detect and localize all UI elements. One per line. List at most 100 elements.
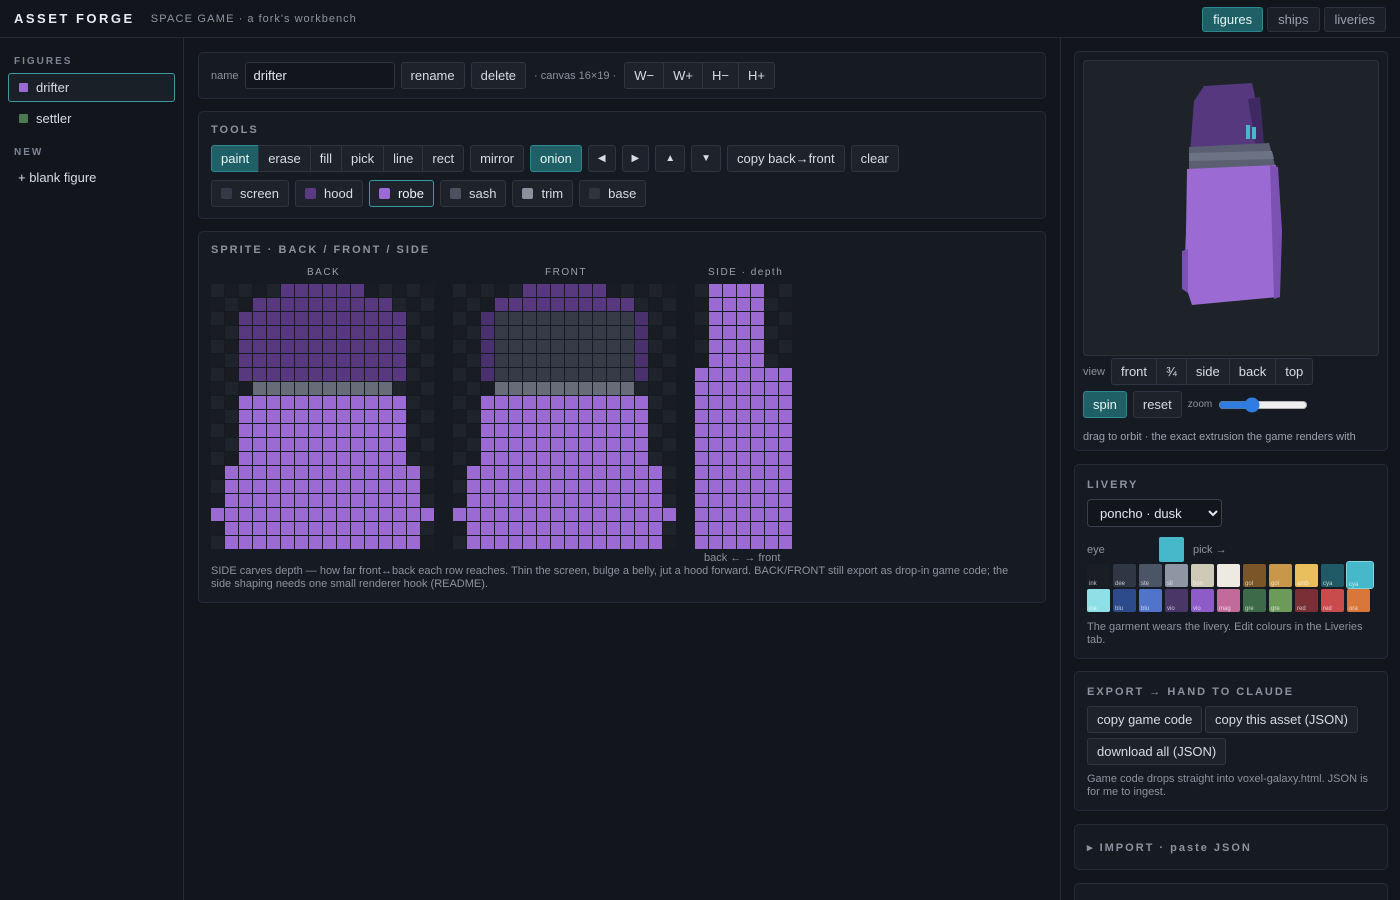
pixel-cell[interactable] — [225, 424, 238, 437]
pixel-cell[interactable] — [467, 298, 480, 311]
layer-screen-button[interactable]: screen — [211, 180, 290, 207]
pixel-cell[interactable] — [379, 410, 392, 423]
pixel-cell[interactable] — [453, 382, 466, 395]
pixel-cell[interactable] — [421, 340, 434, 353]
pixel-cell[interactable] — [621, 480, 634, 493]
pixel-cell[interactable] — [323, 480, 336, 493]
pixel-cell[interactable] — [481, 298, 494, 311]
pixel-cell[interactable] — [579, 340, 592, 353]
pixel-cell[interactable] — [709, 326, 722, 339]
side-depth-grid[interactable] — [695, 284, 792, 549]
pixel-cell[interactable] — [267, 410, 280, 423]
pixel-cell[interactable] — [467, 326, 480, 339]
pixel-cell[interactable] — [407, 396, 420, 409]
pixel-cell[interactable] — [537, 410, 550, 423]
pixel-cell[interactable] — [579, 522, 592, 535]
pixel-cell[interactable] — [239, 522, 252, 535]
pixel-cell[interactable] — [351, 298, 364, 311]
pixel-cell[interactable] — [267, 438, 280, 451]
pixel-cell[interactable] — [211, 284, 224, 297]
pixel-cell[interactable] — [267, 494, 280, 507]
pixel-cell[interactable] — [579, 466, 592, 479]
pixel-cell[interactable] — [579, 480, 592, 493]
pixel-cell[interactable] — [225, 522, 238, 535]
pixel-cell[interactable] — [779, 522, 792, 535]
pixel-cell[interactable] — [253, 312, 266, 325]
pixel-cell[interactable] — [635, 284, 648, 297]
pixel-cell[interactable] — [509, 284, 522, 297]
pixel-cell[interactable] — [695, 424, 708, 437]
pixel-cell[interactable] — [565, 312, 578, 325]
pixel-cell[interactable] — [225, 452, 238, 465]
pixel-cell[interactable] — [379, 284, 392, 297]
pixel-cell[interactable] — [281, 284, 294, 297]
pixel-cell[interactable] — [765, 410, 778, 423]
pixel-cell[interactable] — [765, 340, 778, 353]
pixel-cell[interactable] — [607, 354, 620, 367]
pixel-cell[interactable] — [723, 368, 736, 381]
pixel-cell[interactable] — [593, 396, 606, 409]
pixel-cell[interactable] — [593, 368, 606, 381]
pixel-cell[interactable] — [407, 536, 420, 549]
pixel-cell[interactable] — [579, 438, 592, 451]
pixel-cell[interactable] — [695, 354, 708, 367]
pixel-cell[interactable] — [607, 466, 620, 479]
pixel-cell[interactable] — [607, 452, 620, 465]
pixel-cell[interactable] — [295, 312, 308, 325]
pixel-cell[interactable] — [239, 410, 252, 423]
pixel-cell[interactable] — [751, 494, 764, 507]
pixel-cell[interactable] — [225, 368, 238, 381]
pixel-cell[interactable] — [565, 494, 578, 507]
pixel-cell[interactable] — [407, 424, 420, 437]
pixel-cell[interactable] — [281, 452, 294, 465]
pixel-cell[interactable] — [407, 466, 420, 479]
pixel-cell[interactable] — [351, 480, 364, 493]
pixel-cell[interactable] — [351, 508, 364, 521]
pixel-cell[interactable] — [253, 340, 266, 353]
pixel-cell[interactable] — [309, 340, 322, 353]
pixel-cell[interactable] — [379, 312, 392, 325]
eye-color-swatch[interactable] — [1159, 537, 1184, 562]
pixel-cell[interactable] — [607, 410, 620, 423]
pixel-cell[interactable] — [607, 326, 620, 339]
pixel-cell[interactable] — [765, 466, 778, 479]
pixel-cell[interactable] — [211, 312, 224, 325]
pixel-cell[interactable] — [751, 452, 764, 465]
pixel-cell[interactable] — [211, 452, 224, 465]
pixel-cell[interactable] — [737, 368, 750, 381]
pixel-cell[interactable] — [267, 368, 280, 381]
pixel-cell[interactable] — [351, 438, 364, 451]
pixel-cell[interactable] — [635, 452, 648, 465]
palette-swatch[interactable]: amb — [1295, 564, 1318, 587]
pixel-cell[interactable] — [723, 312, 736, 325]
pixel-cell[interactable] — [481, 326, 494, 339]
pixel-cell[interactable] — [453, 298, 466, 311]
back-pixel-grid[interactable] — [211, 284, 434, 549]
pixel-cell[interactable] — [295, 326, 308, 339]
pixel-cell[interactable] — [509, 508, 522, 521]
pixel-cell[interactable] — [211, 354, 224, 367]
pixel-cell[interactable] — [323, 396, 336, 409]
pixel-cell[interactable] — [225, 494, 238, 507]
pixel-cell[interactable] — [695, 522, 708, 535]
pixel-cell[interactable] — [453, 340, 466, 353]
pixel-cell[interactable] — [393, 326, 406, 339]
pixel-cell[interactable] — [509, 298, 522, 311]
pixel-cell[interactable] — [337, 424, 350, 437]
pixel-cell[interactable] — [323, 424, 336, 437]
pixel-cell[interactable] — [467, 522, 480, 535]
pixel-cell[interactable] — [551, 368, 564, 381]
tool-fill-button[interactable]: fill — [309, 145, 343, 172]
pixel-cell[interactable] — [421, 298, 434, 311]
pixel-cell[interactable] — [253, 298, 266, 311]
pixel-cell[interactable] — [709, 536, 722, 549]
pixel-cell[interactable] — [281, 382, 294, 395]
pixel-cell[interactable] — [523, 298, 536, 311]
pixel-cell[interactable] — [295, 284, 308, 297]
pixel-cell[interactable] — [495, 340, 508, 353]
pixel-cell[interactable] — [323, 494, 336, 507]
pixel-cell[interactable] — [737, 284, 750, 297]
pixel-cell[interactable] — [649, 354, 662, 367]
pixel-cell[interactable] — [709, 368, 722, 381]
pixel-cell[interactable] — [635, 410, 648, 423]
